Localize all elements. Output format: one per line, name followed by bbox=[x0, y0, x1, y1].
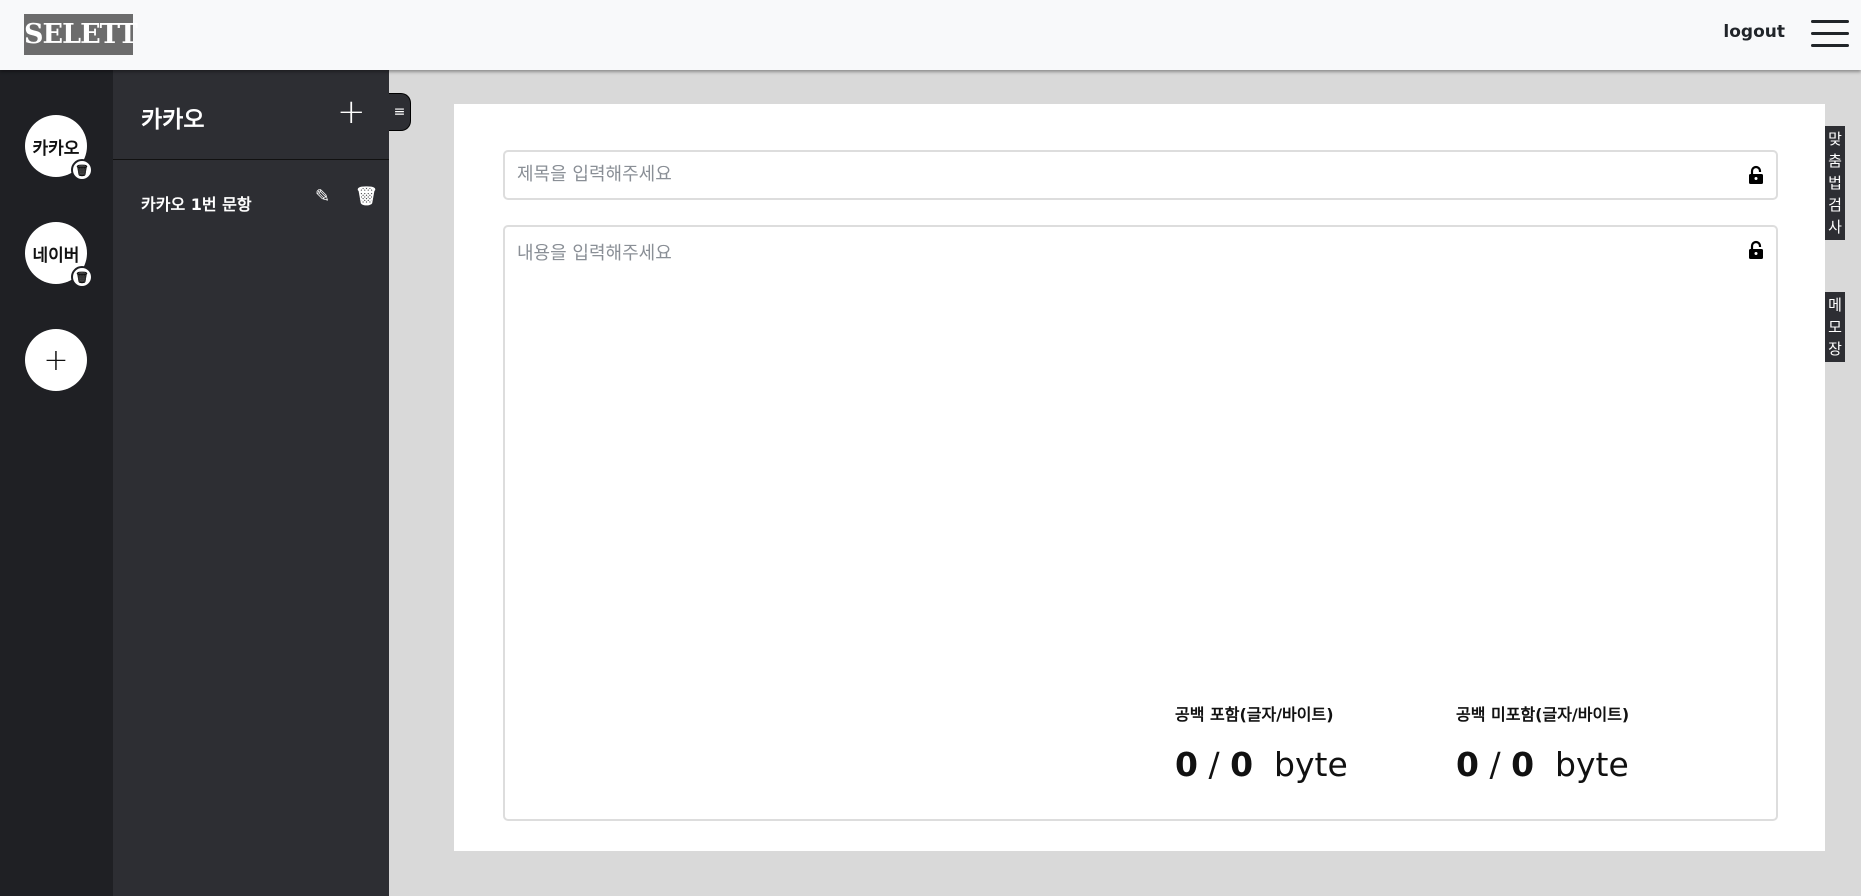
content-textarea[interactable] bbox=[517, 239, 1717, 679]
add-question-button[interactable]: + bbox=[337, 92, 366, 132]
top-header: SELETT logout bbox=[0, 0, 1861, 70]
content-field: 공백 포함(글자/바이트) 0 / 0 byte 공백 미포함(글자/바이트) … bbox=[503, 225, 1778, 821]
hamburger-menu-icon[interactable] bbox=[1811, 20, 1849, 48]
trash-icon[interactable]: 🗑 bbox=[355, 186, 378, 207]
stat-label: 공백 포함(글자/바이트) bbox=[1175, 705, 1334, 724]
title-field bbox=[503, 150, 1778, 200]
unit: byte bbox=[1274, 745, 1348, 784]
panel-toggle-button[interactable]: ≡ bbox=[389, 93, 411, 131]
panel-title: 카카오 bbox=[141, 107, 205, 133]
edit-icon[interactable]: ✎ bbox=[315, 186, 330, 207]
trash-icon[interactable]: 🗑 bbox=[71, 159, 93, 181]
byte-count: 0 bbox=[1230, 745, 1254, 784]
memo-tab[interactable]: 메모장 bbox=[1825, 292, 1845, 362]
company-kakao[interactable]: 카카오 🗑 bbox=[25, 115, 93, 181]
divider bbox=[113, 159, 389, 160]
question-panel: 카카오 + 카카오 1번 문항 ✎ 🗑 bbox=[113, 70, 389, 896]
byte-count: 0 bbox=[1511, 745, 1535, 784]
unlock-icon[interactable] bbox=[1748, 165, 1764, 185]
unlock-icon[interactable] bbox=[1748, 240, 1764, 260]
company-label: 카카오 bbox=[32, 138, 80, 159]
logo[interactable]: SELETT bbox=[24, 14, 138, 55]
question-item[interactable]: 카카오 1번 문항 ✎ 🗑 bbox=[141, 186, 381, 216]
stat-label: 공백 미포함(글자/바이트) bbox=[1456, 705, 1630, 724]
editor-card: 공백 포함(글자/바이트) 0 / 0 byte 공백 미포함(글자/바이트) … bbox=[454, 104, 1825, 851]
spell-check-tab[interactable]: 맞춤법검사 bbox=[1825, 126, 1845, 240]
company-label: 네이버 bbox=[32, 245, 80, 266]
question-label: 카카오 1번 문항 bbox=[141, 195, 252, 214]
char-count: 0 bbox=[1175, 745, 1198, 784]
logout-link[interactable]: logout bbox=[1723, 22, 1785, 42]
trash-icon[interactable]: 🗑 bbox=[71, 266, 93, 288]
company-rail: 카카오 🗑 네이버 🗑 + bbox=[0, 70, 113, 896]
title-input[interactable] bbox=[517, 164, 1717, 185]
company-naver[interactable]: 네이버 🗑 bbox=[25, 222, 93, 288]
char-count: 0 bbox=[1456, 745, 1479, 784]
stat-with-spaces: 공백 포함(글자/바이트) 0 / 0 byte bbox=[1175, 701, 1348, 784]
unit: byte bbox=[1555, 745, 1629, 784]
stat-without-spaces: 공백 미포함(글자/바이트) 0 / 0 byte bbox=[1456, 701, 1629, 784]
add-company-button[interactable]: + bbox=[25, 329, 87, 391]
